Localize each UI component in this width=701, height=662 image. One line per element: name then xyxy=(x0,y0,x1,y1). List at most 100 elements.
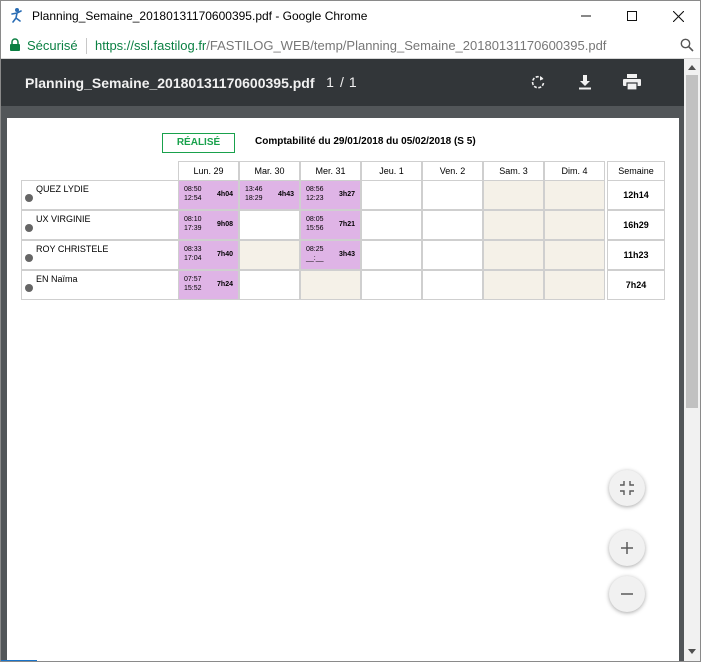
worked-day-cell[interactable]: 08:25 __:__ 3h43 xyxy=(300,240,361,270)
worked-day-cell[interactable]: 08:33 17:04 7h40 xyxy=(178,240,239,270)
day-cell[interactable] xyxy=(483,270,544,300)
scroll-down-arrow-icon[interactable] xyxy=(688,649,696,654)
start-time: 13:46 xyxy=(245,186,263,193)
url-field[interactable]: https://ssl.fastilog.fr/FASTILOG_WEB/tem… xyxy=(95,38,606,53)
duration: 3h27 xyxy=(339,191,355,198)
maximize-button[interactable] xyxy=(609,1,655,31)
rotate-button[interactable] xyxy=(527,71,549,93)
worked-day-cell[interactable]: 08:10 17:39 9h08 xyxy=(178,210,239,240)
fit-to-page-button[interactable] xyxy=(609,470,645,506)
employee-name: EN Naïma xyxy=(36,274,78,284)
page-separator: / xyxy=(340,74,344,90)
day-cell[interactable] xyxy=(544,270,605,300)
employee-row: EN Naïma 07:57 15:52 7h24 7h24 xyxy=(21,270,671,300)
employee-row: UX VIRGINIE 08:10 17:39 9h08 08:05 15:56 7h21 1… xyxy=(21,210,671,240)
time-range: 08:56 12:23 xyxy=(306,185,324,203)
duration: 4h04 xyxy=(217,191,233,198)
fit-page-icon xyxy=(620,481,634,495)
duration: 4h43 xyxy=(278,191,294,198)
day-cell[interactable] xyxy=(361,210,422,240)
scrollbar-thumb[interactable] xyxy=(686,75,698,408)
address-bar[interactable]: Sécurisé https://ssl.fastilog.fr/FASTILO… xyxy=(1,31,700,59)
day-cell[interactable] xyxy=(483,180,544,210)
plus-icon xyxy=(621,542,633,554)
end-time: 17:04 xyxy=(184,255,202,262)
pdf-viewer[interactable]: RÉALISÉ Comptabilité du 29/01/2018 du 05… xyxy=(1,106,684,661)
day-cell[interactable] xyxy=(239,270,300,300)
duration: 7h24 xyxy=(217,281,233,288)
day-cell[interactable] xyxy=(544,210,605,240)
day-cell[interactable] xyxy=(483,210,544,240)
day-cell[interactable] xyxy=(422,180,483,210)
worked-day-cell[interactable]: 07:57 15:52 7h24 xyxy=(178,270,239,300)
week-total: 11h23 xyxy=(607,240,665,270)
worked-day-cell[interactable]: 08:50 12:54 4h04 xyxy=(178,180,239,210)
print-icon xyxy=(623,74,641,90)
end-time: 15:52 xyxy=(184,285,202,292)
worked-day-cell[interactable]: 08:05 15:56 7h21 xyxy=(300,210,361,240)
start-time: 08:50 xyxy=(184,186,202,193)
day-cell[interactable] xyxy=(483,240,544,270)
start-time: 08:10 xyxy=(184,216,202,223)
worked-day-cell[interactable]: 13:46 18:29 4h43 xyxy=(239,180,300,210)
start-time: 08:05 xyxy=(306,216,324,223)
duration: 7h40 xyxy=(217,251,233,258)
start-time: 07:57 xyxy=(184,276,202,283)
employee-name-cell[interactable]: ROY CHRISTELE xyxy=(21,240,179,270)
scroll-up-arrow-icon[interactable] xyxy=(688,65,696,70)
employee-name-cell[interactable]: QUEZ LYDIE xyxy=(21,180,179,210)
day-cell[interactable] xyxy=(544,240,605,270)
end-time: 12:54 xyxy=(184,195,202,202)
status-dot-icon xyxy=(25,194,33,202)
week-total: 12h14 xyxy=(607,180,665,210)
lock-icon[interactable] xyxy=(9,38,21,52)
minimize-button[interactable] xyxy=(563,1,609,31)
day-header: Jeu. 1 xyxy=(361,161,422,181)
time-range: 13:46 18:29 xyxy=(245,185,263,203)
day-cell[interactable] xyxy=(422,240,483,270)
day-cell[interactable] xyxy=(361,240,422,270)
week-total: 7h24 xyxy=(607,270,665,300)
vertical-scrollbar[interactable] xyxy=(684,59,700,661)
zoom-out-button[interactable] xyxy=(609,576,645,612)
download-button[interactable] xyxy=(574,71,596,93)
secure-label[interactable]: Sécurisé xyxy=(27,38,78,53)
day-cell[interactable] xyxy=(239,210,300,240)
fastilog-app-icon xyxy=(11,8,22,23)
print-button[interactable] xyxy=(621,71,643,93)
page-indicator: 1/1 xyxy=(325,74,357,90)
close-button[interactable] xyxy=(655,1,700,31)
time-range: 07:57 15:52 xyxy=(184,275,202,293)
minimize-icon xyxy=(581,15,591,17)
status-dot-icon xyxy=(25,284,33,292)
day-cell[interactable] xyxy=(422,270,483,300)
employee-row: ROY CHRISTELE 08:33 17:04 7h40 08:25 __:__ 3h4… xyxy=(21,240,671,270)
duration: 7h21 xyxy=(339,221,355,228)
maximize-icon xyxy=(627,11,637,21)
period-title: Comptabilité du 29/01/2018 du 05/02/2018… xyxy=(255,136,476,147)
duration: 3h43 xyxy=(339,251,355,258)
time-range: 08:10 17:39 xyxy=(184,215,202,233)
employee-name-cell[interactable]: EN Naïma xyxy=(21,270,179,300)
minus-icon xyxy=(621,593,633,595)
status-dot-icon xyxy=(25,254,33,262)
day-cell[interactable] xyxy=(422,210,483,240)
zoom-magnifier-icon[interactable] xyxy=(680,38,694,52)
day-cell[interactable] xyxy=(544,180,605,210)
worked-day-cell[interactable]: 08:56 12:23 3h27 xyxy=(300,180,361,210)
day-cell[interactable] xyxy=(300,270,361,300)
day-cell[interactable] xyxy=(361,180,422,210)
zoom-in-button[interactable] xyxy=(609,530,645,566)
employee-name-cell[interactable]: UX VIRGINIE xyxy=(21,210,179,240)
window-title: Planning_Semaine_20180131170600395.pdf -… xyxy=(32,9,368,23)
current-page-input[interactable]: 1 xyxy=(325,74,335,90)
pdf-file-name: Planning_Semaine_20180131170600395.pdf xyxy=(25,75,315,91)
end-time: 12:23 xyxy=(306,195,324,202)
day-cell[interactable] xyxy=(239,240,300,270)
day-header: Mar. 30 xyxy=(239,161,300,181)
url-path: /FASTILOG_WEB/temp/Planning_Semaine_2018… xyxy=(206,38,607,53)
address-separator xyxy=(86,38,87,54)
day-cell[interactable] xyxy=(361,270,422,300)
week-total: 16h29 xyxy=(607,210,665,240)
pdf-page: RÉALISÉ Comptabilité du 29/01/2018 du 05… xyxy=(7,118,679,661)
